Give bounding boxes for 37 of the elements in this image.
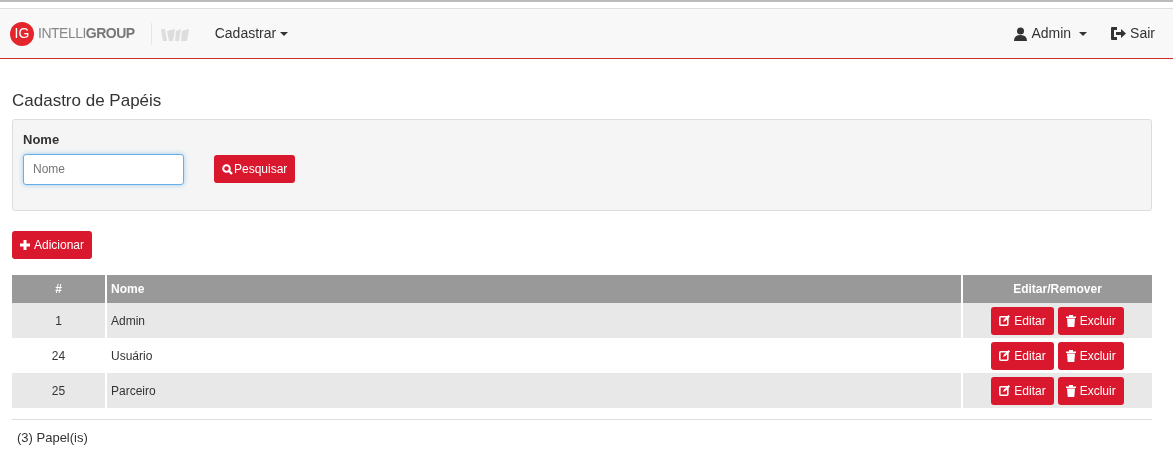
column-header: # bbox=[55, 282, 62, 297]
edit-icon bbox=[999, 350, 1011, 362]
table-cell: 25 bbox=[51, 383, 66, 398]
logout-link[interactable]: Sair bbox=[1111, 23, 1155, 44]
user-menu[interactable]: Admin bbox=[1014, 23, 1088, 44]
search-button[interactable]: Pesquisar bbox=[214, 155, 296, 184]
field-label: Nome bbox=[23, 131, 61, 150]
name-input[interactable]: Nome bbox=[23, 153, 184, 185]
user-icon bbox=[1014, 26, 1028, 41]
table-cell: 24 bbox=[51, 348, 66, 363]
secondary-logo-icon bbox=[150, 22, 191, 45]
logo-badge: IG bbox=[10, 21, 34, 46]
delete-button[interactable]: Excluir bbox=[1057, 306, 1124, 335]
table-cell: Usuário bbox=[111, 348, 153, 363]
column-header: Editar/Remover bbox=[1013, 282, 1102, 297]
trash-icon bbox=[1065, 314, 1076, 327]
column-header: Nome bbox=[111, 282, 145, 297]
table-cell: 1 bbox=[55, 313, 62, 328]
delete-button[interactable]: Excluir bbox=[1057, 376, 1124, 405]
edit-icon bbox=[999, 385, 1011, 397]
logout-icon bbox=[1111, 27, 1127, 40]
delete-button[interactable]: Excluir bbox=[1057, 341, 1124, 370]
brand-name: INTELLIGROUP bbox=[38, 24, 135, 43]
page-title: Cadastro de Papéis bbox=[12, 90, 163, 112]
table-cell: Admin bbox=[111, 313, 145, 328]
edit-button[interactable]: Editar bbox=[991, 341, 1054, 370]
add-button[interactable]: Adicionar bbox=[12, 231, 93, 260]
trash-icon bbox=[1065, 349, 1076, 362]
search-icon bbox=[222, 163, 233, 175]
plus-icon bbox=[20, 240, 30, 251]
edit-button[interactable]: Editar bbox=[991, 306, 1054, 335]
edit-icon bbox=[999, 315, 1011, 327]
table-cell: Parceiro bbox=[111, 383, 156, 398]
register-menu[interactable]: Cadastrar bbox=[214, 23, 289, 44]
record-count: (3) Papel(is) bbox=[17, 430, 88, 446]
trash-icon bbox=[1065, 384, 1076, 397]
edit-button[interactable]: Editar bbox=[991, 376, 1054, 405]
